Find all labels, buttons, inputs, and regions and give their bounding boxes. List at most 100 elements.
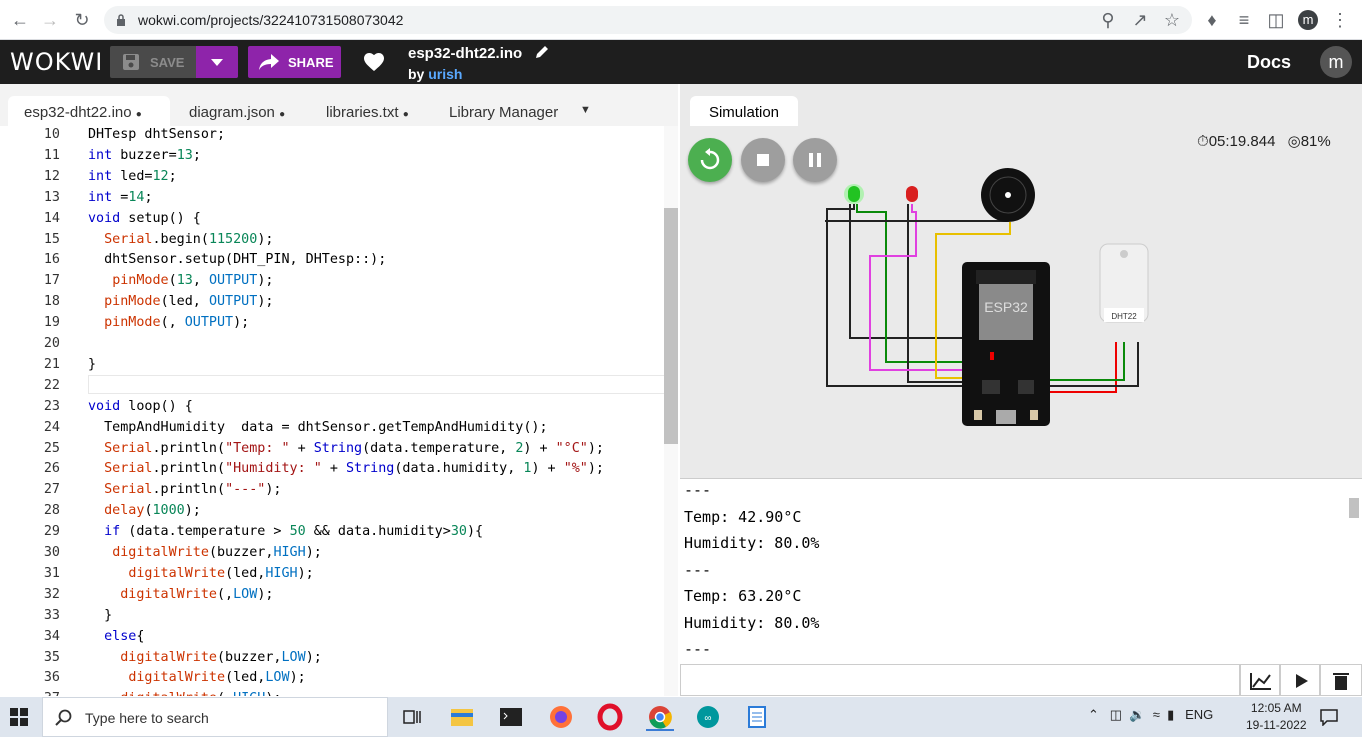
esp32-label: ESP32 xyxy=(984,299,1028,315)
taskbar-clock[interactable]: 12:05 AM 19-11-2022 xyxy=(1246,700,1307,734)
browser-toolbar: ← → ↻ wokwi.com/projects/322410731508073… xyxy=(0,0,1362,40)
firefox-icon[interactable] xyxy=(547,703,575,731)
address-bar[interactable]: wokwi.com/projects/322410731508073042 ⚲ … xyxy=(104,6,1192,34)
code-line[interactable]: DHTesp dhtSensor; xyxy=(88,127,225,142)
edit-pencil-icon[interactable] xyxy=(534,44,550,60)
code-line[interactable]: delay(1000); xyxy=(88,503,201,518)
code-line[interactable]: digitalWrite(led,LOW); xyxy=(88,670,305,685)
notifications-icon[interactable] xyxy=(1320,708,1338,726)
code-line[interactable]: Serial.println("---"); xyxy=(88,482,281,497)
tabs-dropdown-icon[interactable]: ▼ xyxy=(580,96,591,126)
language-indicator[interactable]: ENG xyxy=(1185,707,1213,722)
tab-diagram-json[interactable]: diagram.json ● xyxy=(189,96,285,126)
code-line[interactable]: int =14; xyxy=(88,190,153,205)
code-line[interactable]: } xyxy=(88,357,96,372)
wifi-icon[interactable]: ≈ xyxy=(1153,707,1160,722)
arduino-icon[interactable]: ∞ xyxy=(694,703,722,731)
code-line[interactable]: pinMode(, OUTPUT); xyxy=(88,315,249,330)
author-link[interactable]: urish xyxy=(428,66,462,82)
tab-label: esp32-dht22.ino xyxy=(24,104,132,121)
code-line[interactable]: digitalWrite(buzzer,LOW); xyxy=(88,650,322,665)
line-number: 33 xyxy=(43,607,60,623)
meet-now-icon[interactable]: ◫ xyxy=(1110,707,1122,722)
plotter-button[interactable] xyxy=(1240,664,1280,696)
code-line[interactable]: digitalWrite(led,HIGH); xyxy=(88,566,313,581)
side-panel-icon[interactable]: ◫ xyxy=(1266,10,1286,30)
code-line[interactable]: digitalWrite(buzzer,HIGH); xyxy=(88,545,322,560)
code-line[interactable]: else{ xyxy=(88,629,144,644)
code-line[interactable]: dhtSensor.setup(DHT_PIN, DHTesp::); xyxy=(88,252,386,267)
esp32-board[interactable]: ESP32 xyxy=(962,262,1050,426)
code-line[interactable]: digitalWrite(,LOW); xyxy=(88,587,273,602)
line-number: 34 xyxy=(43,628,60,644)
profile-avatar[interactable]: m xyxy=(1298,10,1318,30)
caret-down-icon xyxy=(211,59,223,66)
share-button[interactable]: SHARE xyxy=(248,46,341,78)
bookmark-star-icon[interactable]: ☆ xyxy=(1162,10,1182,30)
user-avatar[interactable]: m xyxy=(1320,46,1352,78)
code-area[interactable]: 10 DHTesp dhtSensor; 11 int buzzer=13; 12 int… xyxy=(0,126,664,696)
line-number: 18 xyxy=(43,294,60,310)
line-number: 20 xyxy=(43,336,60,351)
serial-play-button[interactable] xyxy=(1280,664,1320,696)
zoom-icon[interactable]: ⚲ xyxy=(1098,10,1118,30)
editor-scrollbar-thumb[interactable] xyxy=(664,208,678,444)
code-line[interactable]: } xyxy=(88,608,112,623)
red-led[interactable] xyxy=(906,186,918,202)
url-text[interactable]: wokwi.com/projects/322410731508073042 xyxy=(138,12,403,28)
save-button[interactable]: SAVE xyxy=(110,46,238,78)
extensions-icon[interactable]: ♦ xyxy=(1202,10,1222,30)
chrome-icon[interactable] xyxy=(646,703,674,731)
tab-esp32-dht22-ino[interactable]: esp32-dht22.ino ● xyxy=(8,96,170,126)
code-line[interactable]: digitalWrite(,HIGH); xyxy=(88,691,281,696)
battery-icon[interactable]: ▮ xyxy=(1167,707,1174,722)
chevron-up-icon[interactable]: ⌃ xyxy=(1088,707,1099,722)
code-line[interactable]: TempAndHumidity data = dhtSensor.getTemp… xyxy=(88,420,547,435)
tab-library-manager[interactable]: Library Manager xyxy=(449,96,558,126)
line-number: 23 xyxy=(43,398,60,414)
windows-start-icon[interactable] xyxy=(10,708,28,726)
wokwi-logo[interactable]: WOKWI xyxy=(10,48,103,76)
menu-icon[interactable]: ⋮ xyxy=(1330,10,1350,30)
line-number: 10 xyxy=(43,127,60,142)
serial-input[interactable] xyxy=(680,664,1240,696)
code-line[interactable]: int buzzer=13; xyxy=(88,148,201,163)
reload-icon[interactable]: ↻ xyxy=(72,10,92,30)
editor-scrollbar[interactable] xyxy=(664,126,678,696)
serial-line: Temp: 42.90°C xyxy=(684,507,802,526)
forward-icon[interactable]: → xyxy=(40,10,60,30)
serial-scrollbar[interactable] xyxy=(1346,478,1360,662)
dht22-sensor[interactable]: DHT22 xyxy=(1099,243,1149,323)
share-label: SHARE xyxy=(288,55,334,70)
line-number: 11 xyxy=(43,147,60,163)
system-tray[interactable]: ⌃ ◫ 🔉 ≈ ▮ ENG xyxy=(1088,707,1213,723)
share-page-icon[interactable]: ↗ xyxy=(1130,10,1150,30)
terminal-icon[interactable] xyxy=(497,703,525,731)
code-line[interactable]: Serial.begin(115200); xyxy=(88,232,273,247)
project-title-text: esp32-dht22.ino xyxy=(408,45,523,62)
docs-link[interactable]: Docs xyxy=(1247,52,1291,73)
green-led[interactable] xyxy=(844,184,864,204)
code-line[interactable]: Serial.println("Temp: " + String(data.te… xyxy=(88,441,604,456)
notepad-icon[interactable] xyxy=(743,703,771,731)
code-line[interactable]: void setup() { xyxy=(88,211,201,226)
clear-serial-button[interactable] xyxy=(1320,664,1362,696)
taskbar-search[interactable]: Type here to search xyxy=(42,697,388,737)
tab-libraries-txt[interactable]: libraries.txt ● xyxy=(326,96,409,126)
code-line[interactable]: void loop() { xyxy=(88,399,193,414)
save-dropdown-button[interactable] xyxy=(196,46,238,78)
code-line[interactable]: pinMode(13, OUTPUT); xyxy=(88,273,273,288)
reading-list-icon[interactable]: ≡ xyxy=(1234,10,1254,30)
code-line[interactable]: if (data.temperature > 50 && data.humidi… xyxy=(88,524,483,539)
file-explorer-icon[interactable] xyxy=(448,703,476,731)
task-view-icon[interactable] xyxy=(398,703,426,731)
volume-icon[interactable]: 🔉 xyxy=(1129,707,1145,722)
opera-icon[interactable] xyxy=(596,703,624,731)
code-line[interactable]: int led=12; xyxy=(88,169,177,184)
circuit-diagram[interactable]: ESP32 DHT22 xyxy=(680,84,1362,478)
heart-icon[interactable] xyxy=(362,50,386,74)
buzzer[interactable] xyxy=(981,168,1035,222)
code-line[interactable]: Serial.println("Humidity: " + String(dat… xyxy=(88,461,604,476)
back-icon[interactable]: ← xyxy=(10,10,30,30)
code-line[interactable]: pinMode(led, OUTPUT); xyxy=(88,294,273,309)
